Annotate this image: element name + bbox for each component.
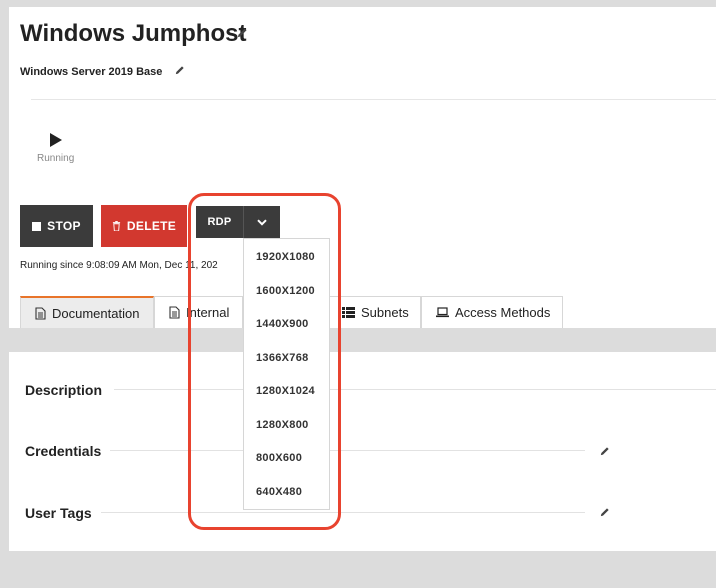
section-divider (101, 512, 585, 513)
header-divider (31, 99, 716, 100)
edit-subtitle-pencil-icon[interactable] (175, 65, 185, 75)
rdp-button[interactable]: RDP (196, 206, 243, 238)
menu-item-resolution[interactable]: 640X480 (256, 486, 302, 498)
delete-button[interactable]: DELETE (101, 205, 187, 247)
tab-access-methods[interactable]: Access Methods (421, 296, 563, 328)
stop-button-label: STOP (47, 219, 81, 233)
rdp-resolution-menu: 1920X1080 1600X1200 1440X900 1366X768 12… (243, 238, 330, 510)
rdp-resolution-toggle[interactable] (243, 206, 280, 238)
delete-button-label: DELETE (126, 219, 177, 233)
section-user-tags: User Tags (25, 505, 92, 521)
tab-label: Documentation (52, 305, 140, 321)
tab-label: Subnets (361, 305, 409, 320)
edit-title-pencil-icon[interactable] (237, 27, 248, 38)
menu-item-resolution[interactable]: 1280X800 (256, 419, 309, 431)
tab-subnets[interactable]: Subnets (329, 296, 421, 328)
chevron-down-icon (257, 218, 267, 226)
menu-item-resolution[interactable]: 1440X900 (256, 318, 309, 330)
list-icon (342, 307, 355, 318)
menu-item-resolution[interactable]: 1280X1024 (256, 385, 315, 397)
tab-label: Access Methods (455, 305, 551, 320)
stop-button[interactable]: STOP (20, 205, 93, 247)
document-icon (35, 306, 46, 320)
running-since: Running since 9:08:09 AM Mon, Dec 11, 20… (20, 260, 218, 271)
menu-item-resolution[interactable]: 1600X1200 (256, 285, 315, 297)
menu-item-resolution[interactable]: 800X600 (256, 452, 302, 464)
section-divider (114, 389, 716, 390)
menu-item-resolution[interactable]: 1366X768 (256, 352, 309, 364)
status-label: Running (37, 153, 75, 164)
edit-user-tags-pencil-icon[interactable] (600, 507, 610, 517)
page-title: Windows Jumphost (20, 20, 247, 47)
header-panel (9, 7, 716, 328)
laptop-icon (436, 307, 449, 318)
stop-icon (32, 221, 42, 231)
tab-internal[interactable]: Internal (154, 296, 243, 328)
play-icon (50, 133, 62, 147)
edit-credentials-pencil-icon[interactable] (600, 446, 610, 456)
document-icon (169, 306, 180, 319)
tab-documentation[interactable]: Documentation (20, 296, 154, 328)
tab-label: Internal (186, 305, 230, 320)
page-subtitle: Windows Server 2019 Base (20, 66, 163, 78)
menu-item-resolution[interactable]: 1920X1080 (256, 251, 315, 263)
trash-icon (112, 221, 121, 231)
section-divider (110, 450, 585, 451)
section-description: Description (25, 382, 103, 398)
section-credentials: Credentials (25, 443, 102, 459)
